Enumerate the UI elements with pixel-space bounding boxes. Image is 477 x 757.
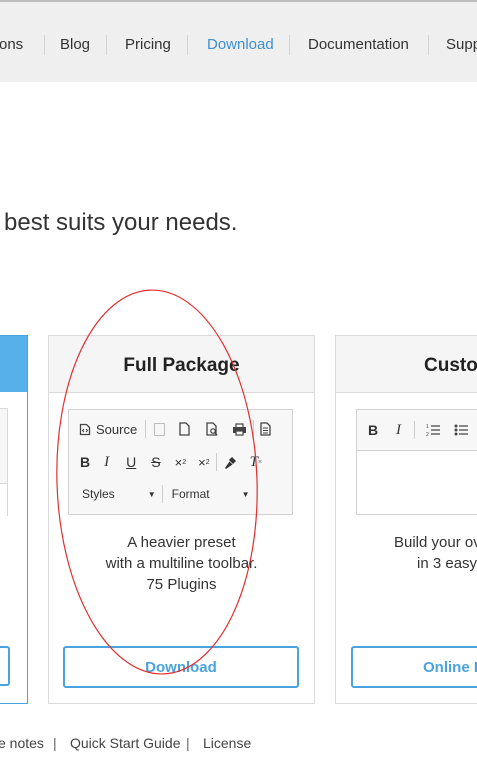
styles-dropdown[interactable]: Styles ▼ xyxy=(82,487,156,501)
footer-separator: | xyxy=(186,735,190,751)
footer-link-license[interactable]: License xyxy=(203,735,251,751)
nav-item-download[interactable]: Download xyxy=(207,36,274,53)
nav-item-pricing[interactable]: Pricing xyxy=(125,36,171,53)
package-card-standard xyxy=(0,335,28,704)
superscript-icon[interactable]: × 2 xyxy=(198,452,210,472)
remove-format-icon[interactable]: T × xyxy=(250,452,262,472)
numbered-list-icon[interactable]: 1 2 xyxy=(426,423,440,437)
paint-brush-icon xyxy=(224,456,236,469)
nav-separator xyxy=(428,35,429,55)
page-subtitle: best suits your needs. xyxy=(4,209,238,236)
format-dropdown[interactable]: Format ▼ xyxy=(172,487,250,501)
templates-icon xyxy=(260,422,271,436)
online-builder-button[interactable]: Online B xyxy=(351,646,477,688)
new-page-button[interactable] xyxy=(179,419,190,439)
print-button[interactable] xyxy=(232,419,247,439)
svg-text:2: 2 xyxy=(426,432,429,437)
toolbar-separator xyxy=(414,421,415,439)
copy-formatting-button[interactable] xyxy=(223,452,238,472)
package-description: A heavier preset with a multiline toolba… xyxy=(49,532,314,595)
templates-button[interactable] xyxy=(260,419,271,439)
nav-separator xyxy=(289,35,290,55)
footer-link-quick-start[interactable]: Quick Start Guide xyxy=(70,735,181,751)
styles-label: Styles xyxy=(82,487,115,501)
editor-preview: Source B I U S × 2 × 2 T × Styles ▼ Form… xyxy=(68,409,293,515)
bold-icon[interactable]: B xyxy=(368,420,378,440)
editor-preview: B I 1 2 xyxy=(356,409,477,515)
toolbar-separator xyxy=(161,485,163,503)
chevron-down-icon: ▼ xyxy=(147,489,156,499)
chevron-down-icon: ▼ xyxy=(241,489,250,499)
nav-separator xyxy=(44,35,45,55)
top-navigation: ons Blog Pricing Download Documentation … xyxy=(0,2,477,82)
preview-icon xyxy=(206,422,218,436)
nav-item-support[interactable]: Supp xyxy=(446,36,477,53)
nav-item-solutions[interactable]: ons xyxy=(0,36,23,53)
nav-item-blog[interactable]: Blog xyxy=(60,36,90,53)
nav-item-documentation[interactable]: Documentation xyxy=(308,36,409,53)
card-title: Full Package xyxy=(123,355,240,376)
package-card-custom: Custo B I 1 2 Build your ov in 3 easy On… xyxy=(335,335,477,704)
toolbar-separator xyxy=(253,420,255,438)
toolbar-separator xyxy=(145,420,147,438)
print-icon xyxy=(233,422,247,436)
editor-preview xyxy=(0,408,8,516)
download-button[interactable] xyxy=(0,646,10,686)
source-label: Source xyxy=(96,421,138,437)
subscript-icon[interactable]: × 2 xyxy=(175,452,187,472)
editor-toolbar: B I 1 2 xyxy=(357,410,477,451)
bold-icon[interactable]: B xyxy=(80,452,90,472)
description-line: with a multiline toolbar. xyxy=(105,555,258,572)
strikethrough-icon[interactable]: S xyxy=(151,452,160,472)
toolbar-row-2: B I U S × 2 × 2 T × xyxy=(80,452,262,472)
bulleted-list-icon[interactable] xyxy=(454,423,468,437)
italic-icon[interactable]: I xyxy=(396,420,401,440)
source-icon xyxy=(79,423,91,435)
preview-button[interactable] xyxy=(206,419,219,439)
source-button[interactable]: Source xyxy=(79,419,137,439)
format-label: Format xyxy=(171,487,210,501)
nav-separator xyxy=(187,35,188,55)
description-line: A heavier preset xyxy=(127,534,236,551)
card-header xyxy=(0,336,27,392)
toolbar-row-1: Source xyxy=(79,419,271,439)
package-description: Build your ov in 3 easy xyxy=(394,532,477,574)
svg-text:1: 1 xyxy=(426,424,429,430)
package-card-full: Full Package Source B I U S × 2 × 2 T × … xyxy=(48,335,315,704)
card-title: Custo xyxy=(424,355,477,376)
save-icon xyxy=(154,422,166,436)
nav-separator xyxy=(106,35,107,55)
description-line: Build your ov xyxy=(394,534,477,551)
footer-separator: | xyxy=(53,735,57,751)
editor-body xyxy=(0,483,7,516)
toolbar-row-3: Styles ▼ Format ▼ xyxy=(82,485,250,503)
card-header: Custo xyxy=(336,336,477,393)
underline-icon[interactable]: U xyxy=(126,452,136,472)
description-line: in 3 easy xyxy=(417,555,477,572)
footer-link-release-notes[interactable]: e notes xyxy=(0,735,44,751)
italic-icon[interactable]: I xyxy=(104,452,109,472)
save-button[interactable] xyxy=(154,419,166,439)
toolbar-separator xyxy=(215,453,217,471)
card-header: Full Package xyxy=(49,336,314,393)
download-full-button[interactable]: Download xyxy=(63,646,299,688)
new-page-icon xyxy=(179,422,190,436)
plugin-count: 75 Plugins xyxy=(146,576,217,593)
